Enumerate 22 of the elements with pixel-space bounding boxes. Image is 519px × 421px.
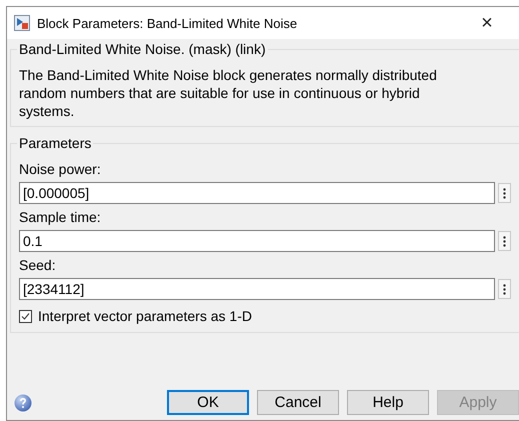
ellipsis-icon <box>503 284 506 294</box>
input-field[interactable]: [2334112] <box>19 278 495 300</box>
window-title: Block Parameters: Band-Limited White Noise <box>37 16 298 30</box>
more-button[interactable] <box>498 279 511 299</box>
checkbox[interactable] <box>19 310 32 322</box>
help-icon[interactable] <box>14 394 32 412</box>
ellipsis-icon <box>503 188 506 198</box>
block-icon <box>14 15 30 31</box>
field-label: Sample time: <box>19 208 102 226</box>
checkbox-label: Interpret vector parameters as 1-D <box>38 308 252 324</box>
dialog-button[interactable]: OK <box>167 390 249 415</box>
field-label: Noise power: <box>19 160 102 178</box>
dialog-button[interactable]: Help <box>347 390 429 415</box>
more-button[interactable] <box>498 183 511 203</box>
ellipsis-icon <box>503 236 506 246</box>
dialog-button[interactable]: Cancel <box>257 390 339 415</box>
close-button[interactable]: × <box>467 12 507 34</box>
input-field[interactable]: 0.1 <box>19 230 495 252</box>
description-text: The Band-Limited White Noise block generates normally distributed random numbers that are suitable for use in continuous or hybrid systems. <box>19 66 438 120</box>
field-label: Seed: <box>19 256 57 274</box>
more-button[interactable] <box>498 231 511 251</box>
input-field[interactable]: [0.000005] <box>19 182 495 204</box>
